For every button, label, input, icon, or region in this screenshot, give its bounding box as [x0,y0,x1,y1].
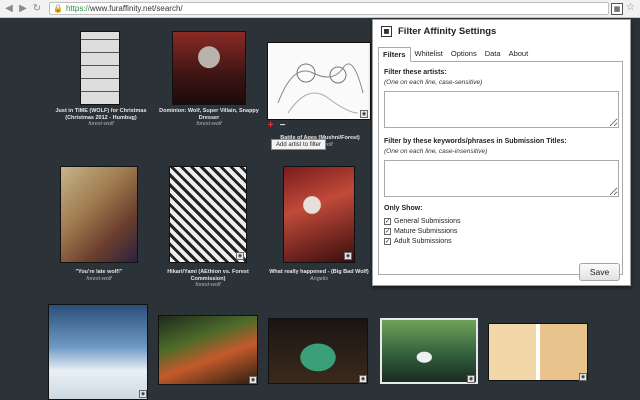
adult-submissions-option[interactable]: ✓ Adult Submissions [384,238,452,245]
thumbnail-7[interactable] [48,304,148,400]
thumbnail-1[interactable] [80,31,120,105]
general-submissions-option[interactable]: ✓ General Submissions [384,218,461,225]
keywords-hint: (One on each line, case-insensitive) [384,148,488,155]
adult-submissions-checkbox[interactable]: ✓ [384,238,391,245]
only-show-label: Only Show: [384,205,423,212]
caption-4[interactable]: "You're late wolf!" forest-wolf [48,269,150,282]
add-artist-to-filter-button[interactable]: + [266,121,275,131]
mature-submissions-option[interactable]: ✓ Mature Submissions [384,228,457,235]
filter-affinity-extension-icon[interactable]: ▦ [611,3,623,15]
thumbnail-9[interactable] [268,318,368,384]
artist-name[interactable]: Angelis [268,276,370,283]
filters-panel: Filter these artists: (One on each line,… [378,61,623,275]
artist-name[interactable]: forest-wolf [48,276,150,283]
thumbnail-10[interactable] [380,318,478,384]
thumbnail-11[interactable] [488,323,588,381]
caption-1[interactable]: Just in TIME (WOLF) for Christmas (Chris… [46,108,156,128]
artist-name[interactable]: forest-wolf [156,121,262,128]
rating-badge-icon: ◉ [236,252,244,260]
keywords-filter-textarea[interactable] [384,160,619,197]
tab-filters[interactable]: Filters [378,47,411,62]
checkbox-label: Mature Submissions [394,228,458,235]
caption-5[interactable]: Hikari/Yami (AEthion vs. Forest Commissi… [156,269,260,289]
reload-icon[interactable]: ↻ [31,3,43,15]
thumbnail-8[interactable] [158,315,258,385]
rating-badge-icon: ◉ [249,376,257,384]
tab-data[interactable]: Data [481,47,505,62]
caption-6[interactable]: What really happened - (Big Bad Wolf) An… [268,269,370,282]
settings-tabs: Filters Whitelist Options Data About [378,47,532,62]
checkbox-label: Adult Submissions [394,238,452,245]
add-artist-tooltip: Add artist to filter [271,139,327,150]
forward-icon[interactable]: ▶ [17,3,29,15]
popup-header: ▦ Filter Affinity Settings [381,26,496,37]
url-text: www.furaffinity.net/search/ [89,4,183,13]
submission-title: Dominion: Wolf, Super Villain, Snappy Dr… [159,108,259,121]
submission-title: What really happened - (Big Bad Wolf) [269,269,369,275]
artists-hint: (One on each line, case-sensitive) [384,79,483,86]
submission-title: Just in TIME (WOLF) for Christmas (Chris… [55,108,147,121]
thumbnail-6[interactable] [283,166,355,263]
filter-affinity-logo-icon: ▦ [381,26,392,37]
artists-label: Filter these artists: [384,69,447,76]
rating-badge-icon: ◉ [360,110,368,118]
rating-badge-icon: ◉ [359,375,367,383]
browser-toolbar: ◀ ▶ ↻ 🔒 https:// www.furaffinity.net/sea… [0,0,640,18]
checkbox-label: General Submissions [394,218,461,225]
caption-2[interactable]: Dominion: Wolf, Super Villain, Snappy Dr… [156,108,262,128]
tab-about[interactable]: About [505,47,533,62]
artist-name[interactable]: forest-wolf [46,121,156,128]
lock-icon: 🔒 [53,4,63,13]
rating-badge-icon: ◉ [467,375,475,383]
filter-affinity-popup: ▦ Filter Affinity Settings Filters White… [372,19,631,286]
save-button[interactable]: Save [579,263,620,281]
back-icon[interactable]: ◀ [3,3,15,15]
general-submissions-checkbox[interactable]: ✓ [384,218,391,225]
rating-badge-icon: ◉ [139,390,147,398]
artist-filter-controls: + − [266,121,287,131]
bookmark-star-icon[interactable]: ☆ [626,2,635,13]
tab-whitelist[interactable]: Whitelist [411,47,447,62]
rating-badge-icon: ◉ [579,373,587,381]
address-bar[interactable]: 🔒 https:// www.furaffinity.net/search/ [49,2,609,15]
popup-title: Filter Affinity Settings [398,26,497,37]
thumbnail-2[interactable] [172,31,246,105]
thumbnail-3[interactable] [267,42,371,120]
url-scheme: https:// [65,4,90,13]
keywords-label: Filter by these keywords/phrases in Subm… [384,138,567,145]
tab-options[interactable]: Options [447,47,481,62]
artists-filter-textarea[interactable] [384,91,619,128]
artist-name[interactable]: forest-wolf [156,282,260,289]
thumbnail-4[interactable] [60,166,138,263]
mature-submissions-checkbox[interactable]: ✓ [384,228,391,235]
submission-title: Hikari/Yami (AEthion vs. Forest Commissi… [167,269,249,282]
sketch-artwork [277,63,364,114]
thumbnail-5[interactable] [169,166,247,263]
rating-badge-icon: ◉ [344,252,352,260]
remove-artist-button[interactable]: − [278,121,287,131]
submission-title: "You're late wolf!" [75,269,123,275]
